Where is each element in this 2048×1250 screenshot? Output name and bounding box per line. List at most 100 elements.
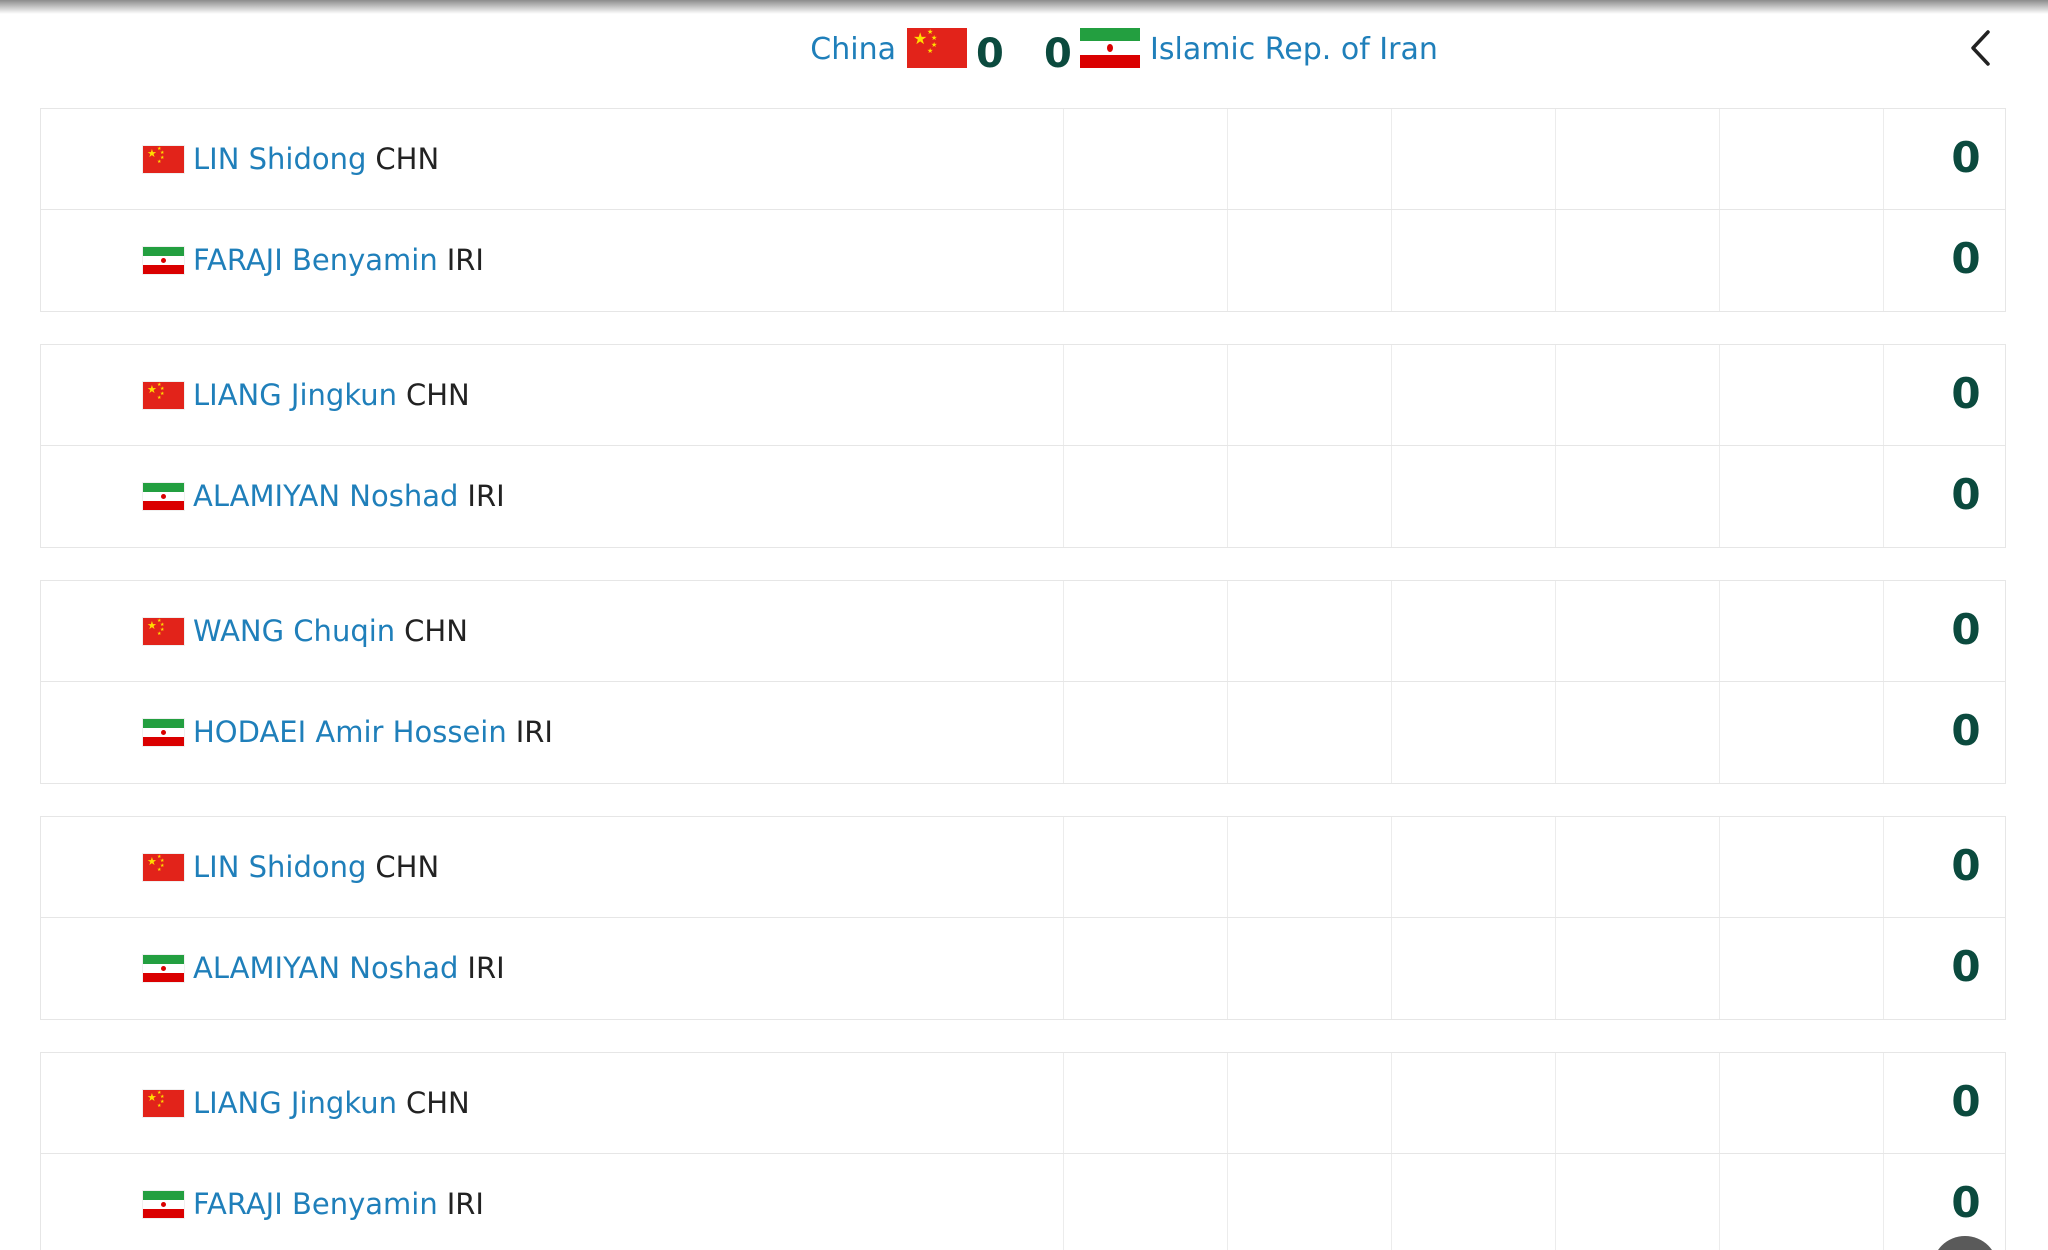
player-row: HODAEI Amir Hossein IRI 0 <box>41 682 2005 783</box>
match-header: China ★ ★ ★ ★ ★ 0 0 Islamic Rep. of Iran <box>0 20 2048 82</box>
player-name-link[interactable]: LIANG Jingkun <box>193 1086 397 1120</box>
player-name-link[interactable]: LIN Shidong <box>193 142 366 176</box>
player-info: ALAMIYAN Noshad IRI <box>143 948 505 988</box>
player-name-link[interactable]: FARAJI Benyamin <box>193 1187 438 1221</box>
player-info: ★ ★ ★ ★ ★ LIANG Jingkun CHN <box>143 375 470 415</box>
player-country-code: CHN <box>404 614 468 648</box>
iran-flag-icon <box>143 246 184 274</box>
player-name-link[interactable]: WANG Chuqin <box>193 614 395 648</box>
team-b-name[interactable]: Islamic Rep. of Iran <box>1150 30 1438 70</box>
player-name-link[interactable]: LIANG Jingkun <box>193 378 397 412</box>
player-row: ★ ★ ★ ★ ★ WANG Chuqin CHN 0 <box>41 581 2005 682</box>
column-divider <box>1883 918 1884 1019</box>
column-divider <box>1555 817 1556 917</box>
china-flag-icon: ★ ★ ★ ★ ★ <box>143 381 184 409</box>
column-divider <box>1883 1154 1884 1250</box>
column-divider <box>1883 682 1884 783</box>
match-group: ★ ★ ★ ★ ★ LIANG Jingkun CHN 0 FARAJI Benyamin IRI… <box>40 1052 2006 1250</box>
player-name-link[interactable]: ALAMIYAN Noshad <box>193 951 458 985</box>
match-group: ★ ★ ★ ★ ★ LIN Shidong CHN 0 FARAJI Benyamin IRI 0 <box>40 108 2006 312</box>
column-divider <box>1555 918 1556 1019</box>
player-name-link[interactable]: FARAJI Benyamin <box>193 243 438 277</box>
player-total-score: 0 <box>1951 942 1981 991</box>
player-name-link[interactable]: HODAEI Amir Hossein <box>193 715 507 749</box>
iran-flag-icon <box>143 1190 184 1218</box>
column-divider <box>1227 1154 1228 1250</box>
team-b-score: 0 <box>1044 31 1072 77</box>
player-total-score: 0 <box>1951 1077 1981 1126</box>
player-total-score: 0 <box>1951 706 1981 755</box>
column-divider <box>1391 1154 1392 1250</box>
scoreboard-page: China ★ ★ ★ ★ ★ 0 0 Islamic Rep. of Iran… <box>0 0 2048 1250</box>
player-country-code: CHN <box>375 850 440 884</box>
column-divider <box>1063 581 1064 681</box>
column-divider <box>1555 581 1556 681</box>
match-group: ★ ★ ★ ★ ★ LIANG Jingkun CHN 0 ALAMIYAN Noshad IRI… <box>40 344 2006 548</box>
column-divider <box>1391 1053 1392 1153</box>
iran-flag-icon <box>143 482 184 510</box>
player-total-score: 0 <box>1951 133 1981 182</box>
china-flag-icon: ★ ★ ★ ★ ★ <box>143 145 184 173</box>
column-divider <box>1063 682 1064 783</box>
player-total-score: 0 <box>1951 470 1981 519</box>
column-divider <box>1227 109 1228 209</box>
player-row: ★ ★ ★ ★ ★ LIN Shidong CHN 0 <box>41 109 2005 210</box>
china-flag-icon: ★ ★ ★ ★ ★ <box>143 617 184 645</box>
player-country-code: IRI <box>446 243 484 277</box>
player-country-code: IRI <box>515 715 553 749</box>
iran-flag-icon <box>1080 28 1140 68</box>
column-divider <box>1063 345 1064 445</box>
player-country-code: CHN <box>375 142 440 176</box>
column-divider <box>1227 210 1228 311</box>
match-group: ★ ★ ★ ★ ★ WANG Chuqin CHN 0 HODAEI Amir Hossein I… <box>40 580 2006 784</box>
player-row: ★ ★ ★ ★ ★ LIN Shidong CHN 0 <box>41 817 2005 918</box>
player-name-link[interactable]: LIN Shidong <box>193 850 366 884</box>
column-divider <box>1227 345 1228 445</box>
column-divider <box>1883 817 1884 917</box>
player-row: ★ ★ ★ ★ ★ LIANG Jingkun CHN 0 <box>41 1053 2005 1154</box>
player-name-link[interactable]: ALAMIYAN Noshad <box>193 479 458 513</box>
player-info: ALAMIYAN Noshad IRI <box>143 476 505 516</box>
player-total-score: 0 <box>1951 605 1981 654</box>
column-divider <box>1063 446 1064 547</box>
column-divider <box>1555 210 1556 311</box>
column-divider <box>1555 1053 1556 1153</box>
player-info: HODAEI Amir Hossein IRI <box>143 712 553 752</box>
player-total-score: 0 <box>1951 369 1981 418</box>
column-divider <box>1883 446 1884 547</box>
column-divider <box>1719 918 1720 1019</box>
column-divider <box>1063 1154 1064 1250</box>
player-country-code: IRI <box>467 479 505 513</box>
china-flag-icon: ★ ★ ★ ★ ★ <box>143 853 184 881</box>
player-info: ★ ★ ★ ★ ★ LIN Shidong CHN <box>143 847 439 887</box>
column-divider <box>1227 581 1228 681</box>
team-a-name[interactable]: China <box>810 30 896 70</box>
back-button[interactable] <box>1960 26 2004 70</box>
column-divider <box>1063 1053 1064 1153</box>
column-divider <box>1227 1053 1228 1153</box>
column-divider <box>1391 918 1392 1019</box>
column-divider <box>1719 210 1720 311</box>
column-divider <box>1555 109 1556 209</box>
column-divider <box>1883 345 1884 445</box>
player-info: FARAJI Benyamin IRI <box>143 1184 484 1224</box>
player-info: ★ ★ ★ ★ ★ LIN Shidong CHN <box>143 139 439 179</box>
column-divider <box>1227 446 1228 547</box>
column-divider <box>1883 210 1884 311</box>
player-country-code: IRI <box>467 951 505 985</box>
player-row: FARAJI Benyamin IRI 0 <box>41 1154 2005 1250</box>
column-divider <box>1719 109 1720 209</box>
column-divider <box>1063 817 1064 917</box>
player-country-code: CHN <box>406 378 470 412</box>
player-info: ★ ★ ★ ★ ★ WANG Chuqin CHN <box>143 611 468 651</box>
column-divider <box>1391 817 1392 917</box>
column-divider <box>1391 345 1392 445</box>
column-divider <box>1719 581 1720 681</box>
column-divider <box>1063 210 1064 311</box>
player-info: ★ ★ ★ ★ ★ LIANG Jingkun CHN <box>143 1083 470 1123</box>
player-row: ALAMIYAN Noshad IRI 0 <box>41 446 2005 547</box>
match-group: ★ ★ ★ ★ ★ LIN Shidong CHN 0 ALAMIYAN Noshad IRI 0 <box>40 816 2006 1020</box>
column-divider <box>1719 1154 1720 1250</box>
column-divider <box>1391 682 1392 783</box>
team-a-score: 0 <box>976 31 1004 77</box>
